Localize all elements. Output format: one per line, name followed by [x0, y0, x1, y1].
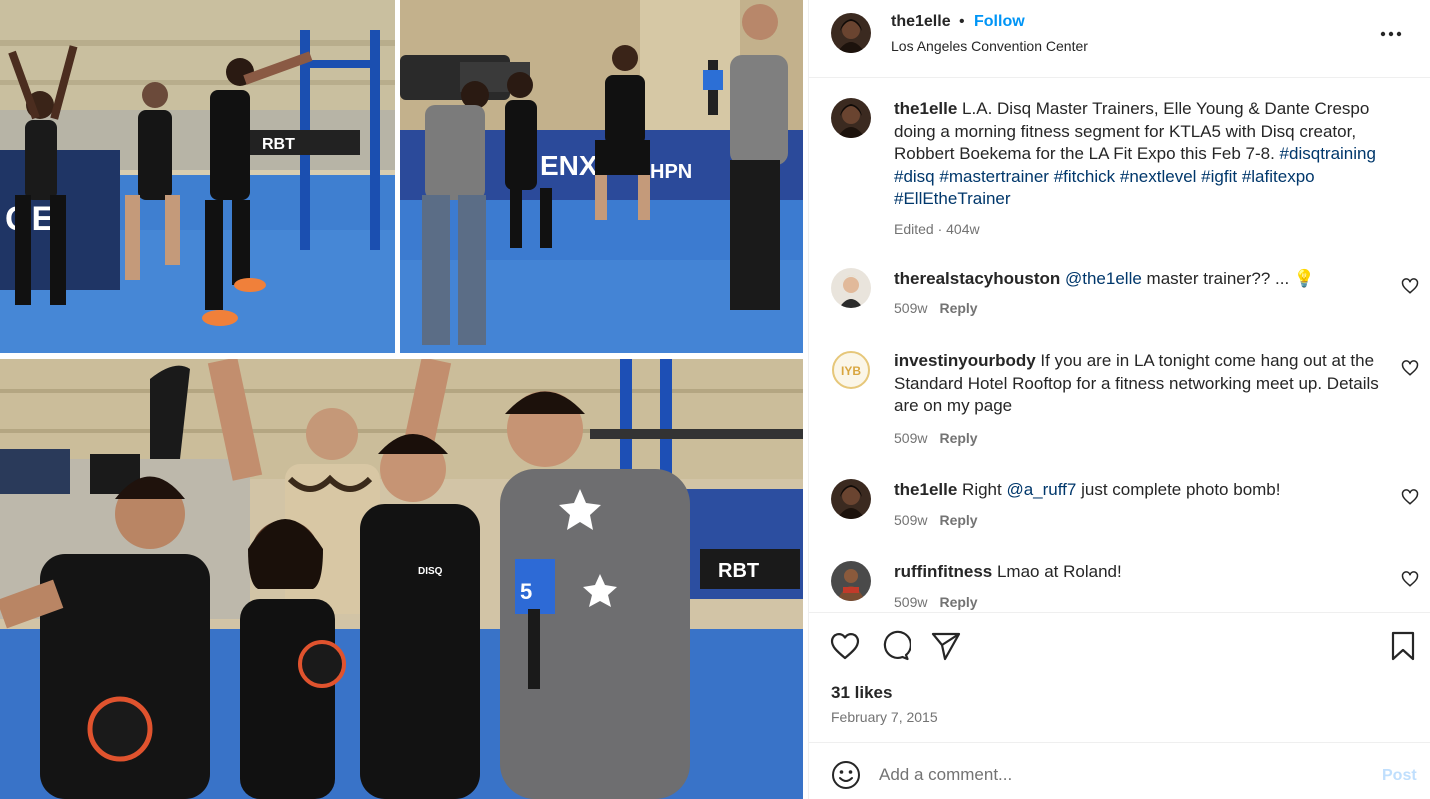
svg-text:IYB: IYB [841, 364, 861, 378]
svg-text:DISQ: DISQ [418, 566, 443, 577]
svg-text:RBT: RBT [262, 136, 295, 153]
like-comment-heart-icon[interactable] [1401, 277, 1419, 295]
caption-text: the1elle L.A. Disq Master Trainers, Elle… [894, 98, 1394, 211]
comment-age: 509w [894, 430, 928, 446]
commenter-avatar[interactable]: IYB [831, 350, 871, 390]
caption-avatar[interactable] [831, 98, 871, 138]
author-username[interactable]: the1elle [891, 13, 951, 31]
more-options-icon[interactable] [1377, 20, 1405, 48]
reply-button[interactable]: Reply [939, 300, 977, 316]
reply-button[interactable]: Reply [939, 512, 977, 528]
reply-button[interactable]: Reply [939, 594, 977, 610]
svg-text:HPN: HPN [650, 161, 692, 183]
hashtag[interactable]: #igfit [1201, 167, 1237, 186]
add-comment-bar: Post [809, 742, 1430, 799]
comment-body-prefix: Right [962, 480, 1002, 499]
separator-dot: • [959, 13, 965, 30]
comment-bubble-icon[interactable] [879, 630, 912, 662]
share-paper-plane-icon[interactable] [930, 630, 962, 662]
commenter-username[interactable]: therealstacyhouston [894, 269, 1060, 288]
commenter-avatar[interactable] [831, 561, 871, 601]
hashtag[interactable]: #EllEtheTrainer [894, 189, 1011, 208]
bookmark-icon[interactable] [1387, 630, 1419, 662]
svg-text:RBT: RBT [718, 560, 759, 582]
hashtag[interactable]: #mastertrainer [939, 167, 1049, 186]
mention-link[interactable]: @a_ruff7 [1006, 480, 1076, 499]
comment-meta: 509w Reply [894, 594, 978, 610]
commenter-username[interactable]: investinyourbody [894, 351, 1036, 370]
post-date: February 7, 2015 [831, 709, 938, 725]
svg-text:5: 5 [520, 579, 532, 604]
comment-body: master trainer?? ... 💡 [1146, 269, 1316, 288]
likes-count[interactable]: 31 likes [831, 683, 892, 703]
follow-button[interactable]: Follow [974, 13, 1025, 31]
commenter-username[interactable]: ruffinfitness [894, 562, 992, 581]
comments-list: the1elle L.A. Disq Master Trainers, Elle… [809, 79, 1430, 612]
hashtag[interactable]: #disqtraining [1280, 144, 1376, 163]
author-avatar[interactable] [831, 13, 871, 53]
hashtag[interactable]: #disq [894, 167, 935, 186]
comment-text: ruffinfitness Lmao at Roland! [894, 561, 1394, 584]
like-comment-heart-icon[interactable] [1401, 359, 1419, 377]
post-side-panel: the1elle • Follow Los Angeles Convention… [808, 0, 1430, 799]
post-image-collage[interactable]: GE RBT [0, 0, 808, 799]
commenter-username[interactable]: the1elle [894, 480, 957, 499]
collage-photo-group: RBT DISQ 5 [0, 359, 803, 799]
mention-link[interactable]: @the1elle [1065, 269, 1142, 288]
reply-button[interactable]: Reply [939, 430, 977, 446]
comment-text: therealstacyhouston @the1elle master tra… [894, 268, 1394, 291]
comment-body: just complete photo bomb! [1081, 480, 1281, 499]
collage-photo-training: GE RBT [0, 0, 395, 353]
collage-photo-camera-crew: ENX HPN [400, 0, 803, 353]
comment-text: the1elle Right @a_ruff7 just complete ph… [894, 479, 1394, 502]
post-location[interactable]: Los Angeles Convention Center [891, 38, 1088, 54]
comment-meta: 509w Reply [894, 430, 978, 446]
comment-meta: 509w Reply [894, 300, 978, 316]
comment-meta: 509w Reply [894, 512, 978, 528]
hashtag[interactable]: #nextlevel [1120, 167, 1197, 186]
commenter-avatar[interactable] [831, 268, 871, 308]
comment-age: 509w [894, 300, 928, 316]
comment-input[interactable] [879, 757, 1339, 793]
comment-body: Lmao at Roland! [996, 562, 1122, 581]
svg-text:ENX: ENX [540, 150, 598, 181]
post-actions: 31 likes February 7, 2015 [809, 612, 1430, 742]
post-comment-button[interactable]: Post [1382, 767, 1417, 785]
like-comment-heart-icon[interactable] [1401, 570, 1419, 588]
comment-age: 509w [894, 594, 928, 610]
like-comment-heart-icon[interactable] [1401, 488, 1419, 506]
hashtag[interactable]: #fitchick [1054, 167, 1115, 186]
caption-meta: Edited · 404w [894, 221, 980, 237]
post-header: the1elle • Follow Los Angeles Convention… [809, 0, 1430, 78]
hashtag[interactable]: #lafitexpo [1242, 167, 1315, 186]
like-heart-icon[interactable] [829, 630, 861, 662]
emoji-smiley-icon[interactable] [831, 760, 861, 790]
comment-age: 509w [894, 512, 928, 528]
comment-text: investinyourbody If you are in LA tonigh… [894, 350, 1394, 418]
commenter-avatar[interactable] [831, 479, 871, 519]
caption-username[interactable]: the1elle [894, 99, 957, 118]
